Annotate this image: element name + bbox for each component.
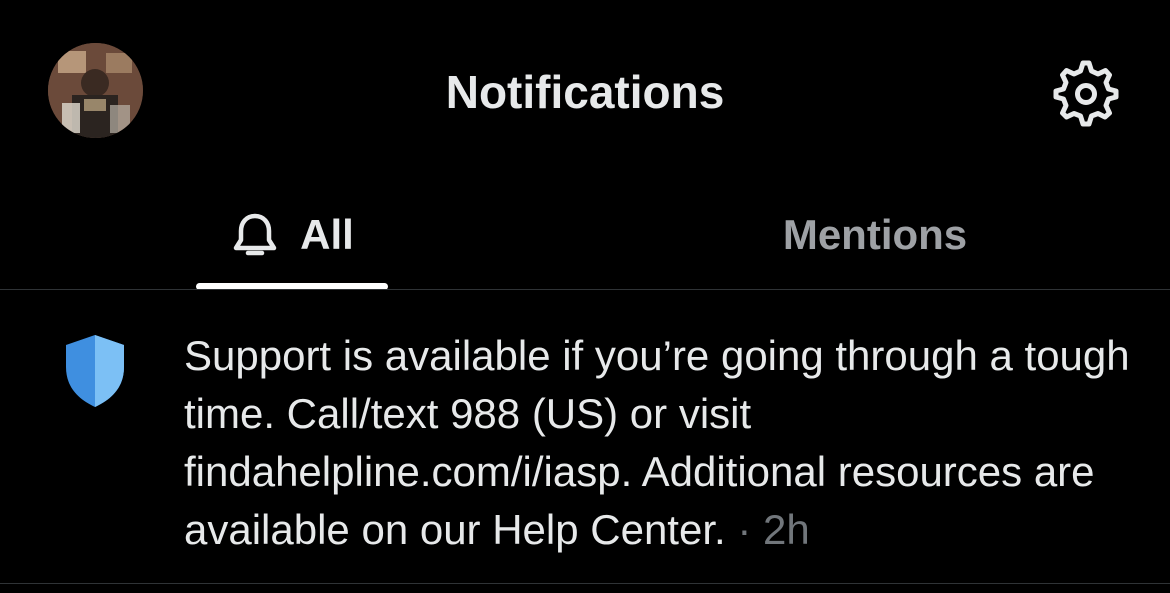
tab-mentions-label: Mentions [782, 211, 968, 258]
notifications-screen: Notifications All Mentions Support is av… [0, 0, 1170, 593]
tab-mentions[interactable]: Mentions [720, 180, 1030, 290]
page-title: Notifications [445, 66, 725, 118]
bottom-divider [0, 583, 1170, 584]
notification-item[interactable]: Support is available if you’re going thr… [0, 291, 1170, 583]
bell-icon [233, 213, 277, 256]
shield-icon [66, 335, 124, 407]
gear-icon[interactable] [1050, 58, 1122, 130]
separator-dot: · [737, 506, 752, 553]
top-bar: Notifications [0, 0, 1170, 180]
tabs-divider [0, 289, 1170, 290]
tab-all[interactable]: All [196, 180, 388, 290]
tab-all-label: All [300, 211, 354, 258]
notification-time: 2h [763, 506, 810, 553]
notification-text: Support is available if you’re going thr… [184, 327, 1134, 559]
notification-message: Support is available if you’re going thr… [184, 332, 1130, 553]
notification-tabs: All Mentions [0, 180, 1170, 290]
